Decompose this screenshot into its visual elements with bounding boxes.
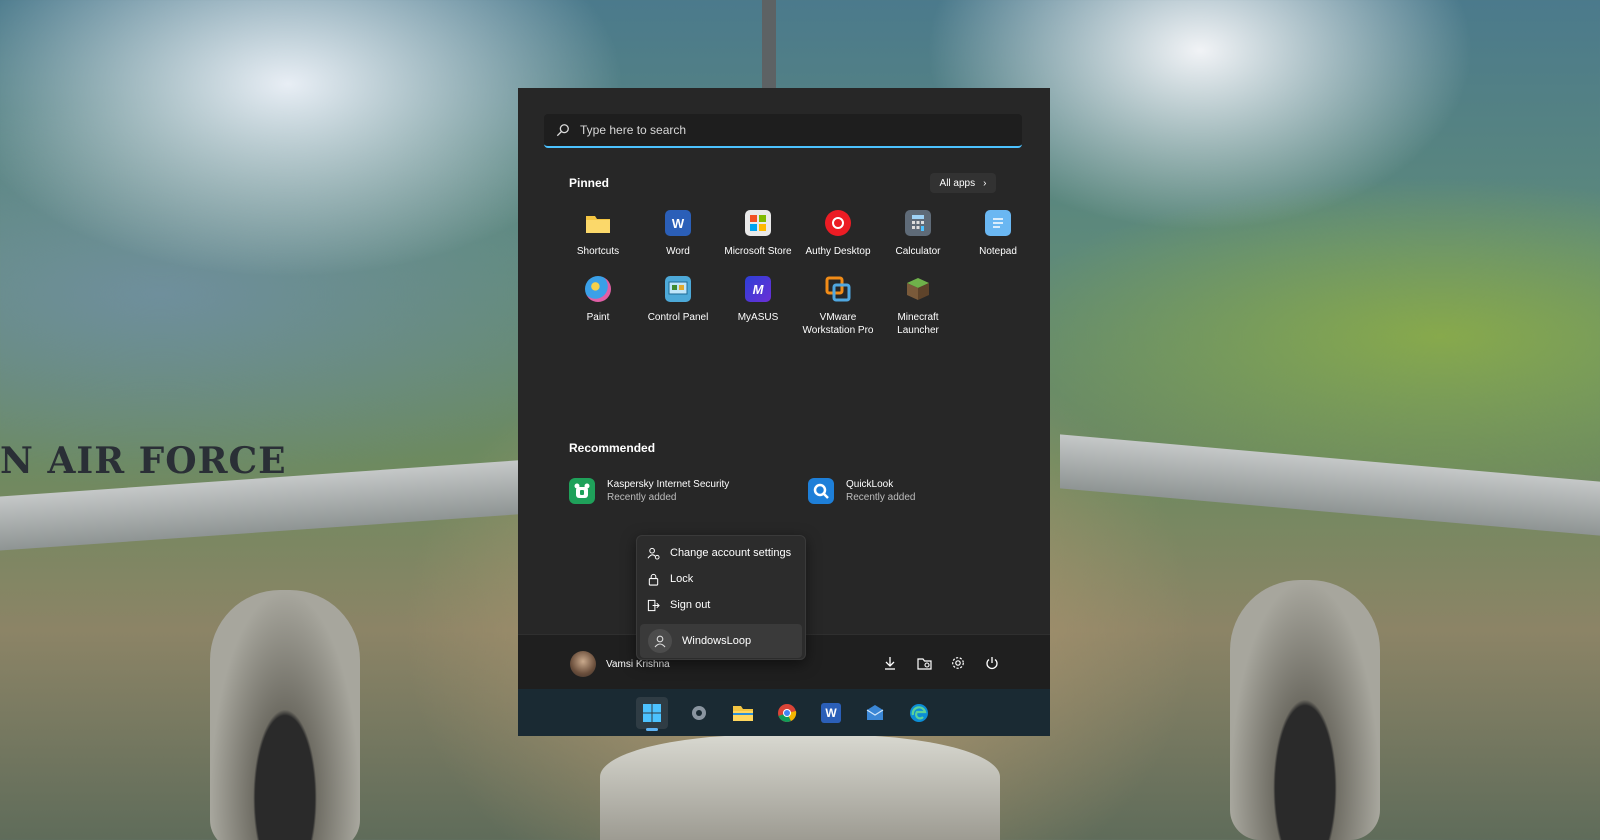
recommended-subtitle: Recently added — [607, 492, 677, 503]
word-icon[interactable]: W — [818, 700, 844, 726]
wallpaper-text: N AIR FORCE — [0, 440, 287, 482]
settings-gear-icon[interactable] — [948, 653, 968, 673]
footer-icons — [880, 653, 1002, 673]
pinned-app-calculator[interactable]: Calculator — [878, 210, 958, 258]
file-explorer-icon[interactable] — [730, 700, 756, 726]
app-label: Notepad — [979, 246, 1017, 257]
menu-item-label: Lock — [670, 573, 694, 585]
edge-icon[interactable] — [906, 700, 932, 726]
recommended-subtitle: Recently added — [846, 492, 916, 503]
control-panel-icon — [665, 276, 691, 302]
user-name: Vamsi Krishna — [606, 658, 670, 670]
pinned-app-vmware[interactable]: VMware Workstation Pro — [798, 276, 878, 337]
taskbar: W — [518, 689, 1050, 736]
account-settings-icon — [647, 547, 660, 560]
user-placeholder-icon — [648, 629, 672, 653]
search-icon — [556, 124, 569, 137]
store-icon — [745, 210, 771, 236]
app-label: MyASUS — [737, 312, 779, 323]
pinned-app-shortcuts[interactable]: Shortcuts — [558, 210, 638, 258]
app-label: Control Panel — [647, 312, 709, 323]
menu-item-label: Change account settings — [670, 547, 792, 559]
pinned-app-microsoft-store[interactable]: Microsoft Store — [718, 210, 798, 258]
other-user-name: WindowsLoop — [682, 635, 752, 647]
windows-start-icon[interactable] — [636, 696, 668, 731]
wallpaper-fuselage — [600, 735, 1000, 840]
all-apps-label: All apps — [939, 177, 976, 189]
pinned-app-paint[interactable]: Paint — [558, 276, 638, 337]
wallpaper-left-engine — [210, 590, 360, 840]
mail-icon[interactable] — [862, 700, 888, 726]
app-label: Microsoft Store — [724, 246, 792, 257]
calculator-icon — [905, 210, 931, 236]
wallpaper-right-engine — [1230, 580, 1380, 840]
authy-icon — [825, 210, 851, 236]
vmware-icon — [825, 276, 851, 302]
recommended-name: QuickLook — [846, 479, 894, 490]
kaspersky-icon — [569, 478, 595, 504]
app-label: Shortcuts — [576, 246, 620, 257]
chrome-icon[interactable] — [774, 700, 800, 726]
search-input[interactable] — [580, 123, 980, 137]
search-box[interactable] — [544, 114, 1022, 148]
sign-out-item[interactable]: Sign out — [637, 592, 805, 618]
recommended-name: Kaspersky Internet Security — [607, 479, 730, 490]
notepad-icon — [985, 210, 1011, 236]
pinned-title: Pinned — [569, 176, 610, 190]
lock-item[interactable]: Lock — [637, 566, 805, 592]
app-label: Paint — [586, 312, 610, 323]
file-explorer-folder-icon[interactable] — [914, 653, 934, 673]
pinned-app-word[interactable]: W Word — [638, 210, 718, 258]
sign-out-icon — [647, 599, 660, 611]
recommended-title: Recommended — [569, 441, 656, 455]
word-icon: W — [665, 210, 691, 236]
paint-icon — [585, 276, 611, 302]
app-label: Minecraft Launcher — [897, 312, 939, 336]
recommended-item-quicklook[interactable]: QuickLook Recently added — [808, 478, 916, 504]
chevron-right-icon: › — [983, 177, 987, 189]
app-label: Authy Desktop — [805, 246, 871, 257]
wallpaper-aircraft-mast — [762, 0, 776, 90]
pinned-app-control-panel[interactable]: Control Panel — [638, 276, 718, 337]
downloads-icon[interactable] — [880, 653, 900, 673]
account-menu: Change account settings Lock Sign out Wi… — [636, 535, 806, 660]
lock-icon — [648, 573, 659, 586]
app-label: VMware Workstation Pro — [802, 312, 874, 336]
minecraft-icon — [905, 276, 931, 302]
pinned-app-myasus[interactable]: M MyASUS — [718, 276, 798, 337]
avatar — [570, 651, 596, 677]
word-glyph: W — [821, 702, 841, 723]
myasus-icon: M — [745, 276, 771, 302]
all-apps-button[interactable]: All apps › — [930, 173, 996, 193]
pinned-app-notepad[interactable]: Notepad — [958, 210, 1038, 258]
pinned-app-authy[interactable]: Authy Desktop — [798, 210, 878, 258]
power-icon[interactable] — [982, 653, 1002, 673]
app-label: Calculator — [895, 246, 941, 257]
wallpaper-right-wing — [1060, 434, 1600, 536]
folder-icon — [585, 210, 611, 236]
quicklook-icon — [808, 478, 834, 504]
switch-user-windowsloop[interactable]: WindowsLoop — [640, 624, 802, 658]
menu-item-label: Sign out — [670, 599, 711, 611]
change-account-settings-item[interactable]: Change account settings — [637, 540, 805, 566]
app-label: Word — [666, 246, 690, 257]
settings-icon[interactable] — [686, 700, 712, 726]
recommended-item-kaspersky[interactable]: Kaspersky Internet Security Recently add… — [569, 478, 729, 504]
pinned-app-minecraft-launcher[interactable]: Minecraft Launcher — [878, 276, 958, 337]
pinned-apps-grid: Shortcuts W Word Microsoft Store Authy D… — [558, 210, 1038, 337]
